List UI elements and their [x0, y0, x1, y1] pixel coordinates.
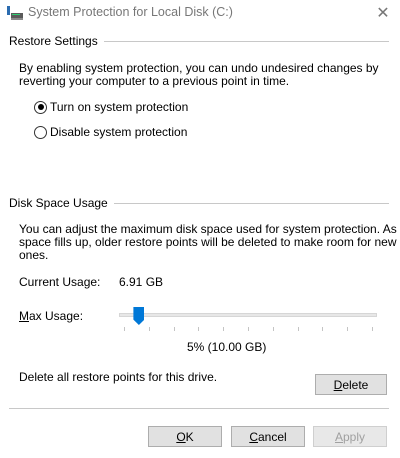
restore-description-line1: By enabling system protection, you can u…: [19, 61, 379, 75]
turn-on-protection-radio[interactable]: Turn on system protection: [34, 99, 188, 115]
close-icon[interactable]: ✕: [366, 0, 400, 26]
max-usage-label: Max Usage:: [19, 309, 84, 323]
slider-tick: [124, 327, 125, 331]
slider-tick: [248, 327, 249, 331]
disk-description-line1: You can adjust the maximum disk space us…: [19, 222, 397, 236]
restore-description-line2: reverting your computer to a previous po…: [19, 74, 290, 88]
max-usage-slider[interactable]: [119, 313, 377, 317]
slider-tick: [322, 327, 324, 331]
slider-tick: [272, 327, 274, 331]
slider-tick: [198, 327, 200, 331]
disk-space-usage-title: Disk Space Usage: [9, 196, 114, 210]
max-usage-value: 5% (10.00 GB): [187, 340, 267, 354]
max-usage-slider-thumb[interactable]: [133, 307, 145, 325]
current-usage-value: 6.91 GB: [119, 275, 164, 289]
slider-tick: [372, 327, 373, 331]
ok-button[interactable]: OK: [148, 426, 222, 447]
disable-protection-label: Disable system protection: [50, 125, 188, 139]
slider-tick: [148, 327, 150, 331]
apply-button[interactable]: Apply: [313, 426, 387, 447]
system-protection-icon: [7, 6, 23, 20]
window-title: System Protection for Local Disk (C:): [28, 5, 233, 19]
cancel-button[interactable]: Cancel: [231, 426, 305, 447]
slider-tick: [297, 327, 299, 331]
disk-description-line2: space fills up, older restore points wil…: [19, 235, 397, 249]
disable-protection-radio[interactable]: Disable system protection: [34, 124, 187, 140]
delete-button[interactable]: Delete: [315, 374, 387, 395]
radio-unchecked[interactable]: [34, 125, 47, 139]
title-bar: System Protection for Local Disk (C:) ✕: [0, 0, 400, 26]
restore-settings-title: Restore Settings: [9, 34, 104, 48]
disk-description-line3: ones.: [19, 248, 49, 262]
delete-restore-points-text: Delete all restore points for this drive…: [19, 370, 218, 384]
current-usage-label: Current Usage:: [19, 275, 101, 289]
bottom-separator: [9, 408, 389, 409]
slider-tick: [223, 327, 225, 331]
turn-on-protection-label: Turn on system protection: [50, 100, 189, 114]
slider-tick: [173, 327, 175, 331]
radio-checked[interactable]: [34, 100, 47, 114]
slider-tick: [347, 327, 349, 331]
